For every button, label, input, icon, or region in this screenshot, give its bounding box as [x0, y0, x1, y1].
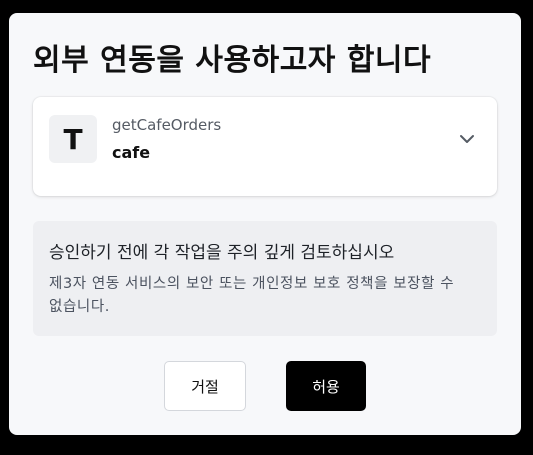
deny-button[interactable]: 거절 [164, 361, 246, 411]
dialog-title: 외부 연동을 사용하고자 합니다 [33, 43, 432, 78]
tool-card[interactable]: T getCafeOrders cafe [33, 97, 497, 196]
warning-notice: 승인하기 전에 각 작업을 주의 깊게 검토하십시오 제3자 연동 서비스의 보… [33, 221, 497, 336]
tool-name: getCafeOrders [112, 116, 222, 134]
chevron-down-icon[interactable] [455, 127, 479, 151]
tool-avatar: T [49, 115, 97, 163]
permission-dialog: 외부 연동을 사용하고자 합니다 T getCafeOrders cafe 승인… [9, 13, 521, 435]
allow-button[interactable]: 허용 [286, 361, 366, 411]
notice-title: 승인하기 전에 각 작업을 주의 깊게 검토하십시오 [49, 243, 395, 263]
tool-app-name: cafe [112, 143, 151, 162]
notice-body: 제3자 연동 서비스의 보안 또는 개인정보 보호 정책을 보장할 수 없습니다… [49, 276, 455, 315]
